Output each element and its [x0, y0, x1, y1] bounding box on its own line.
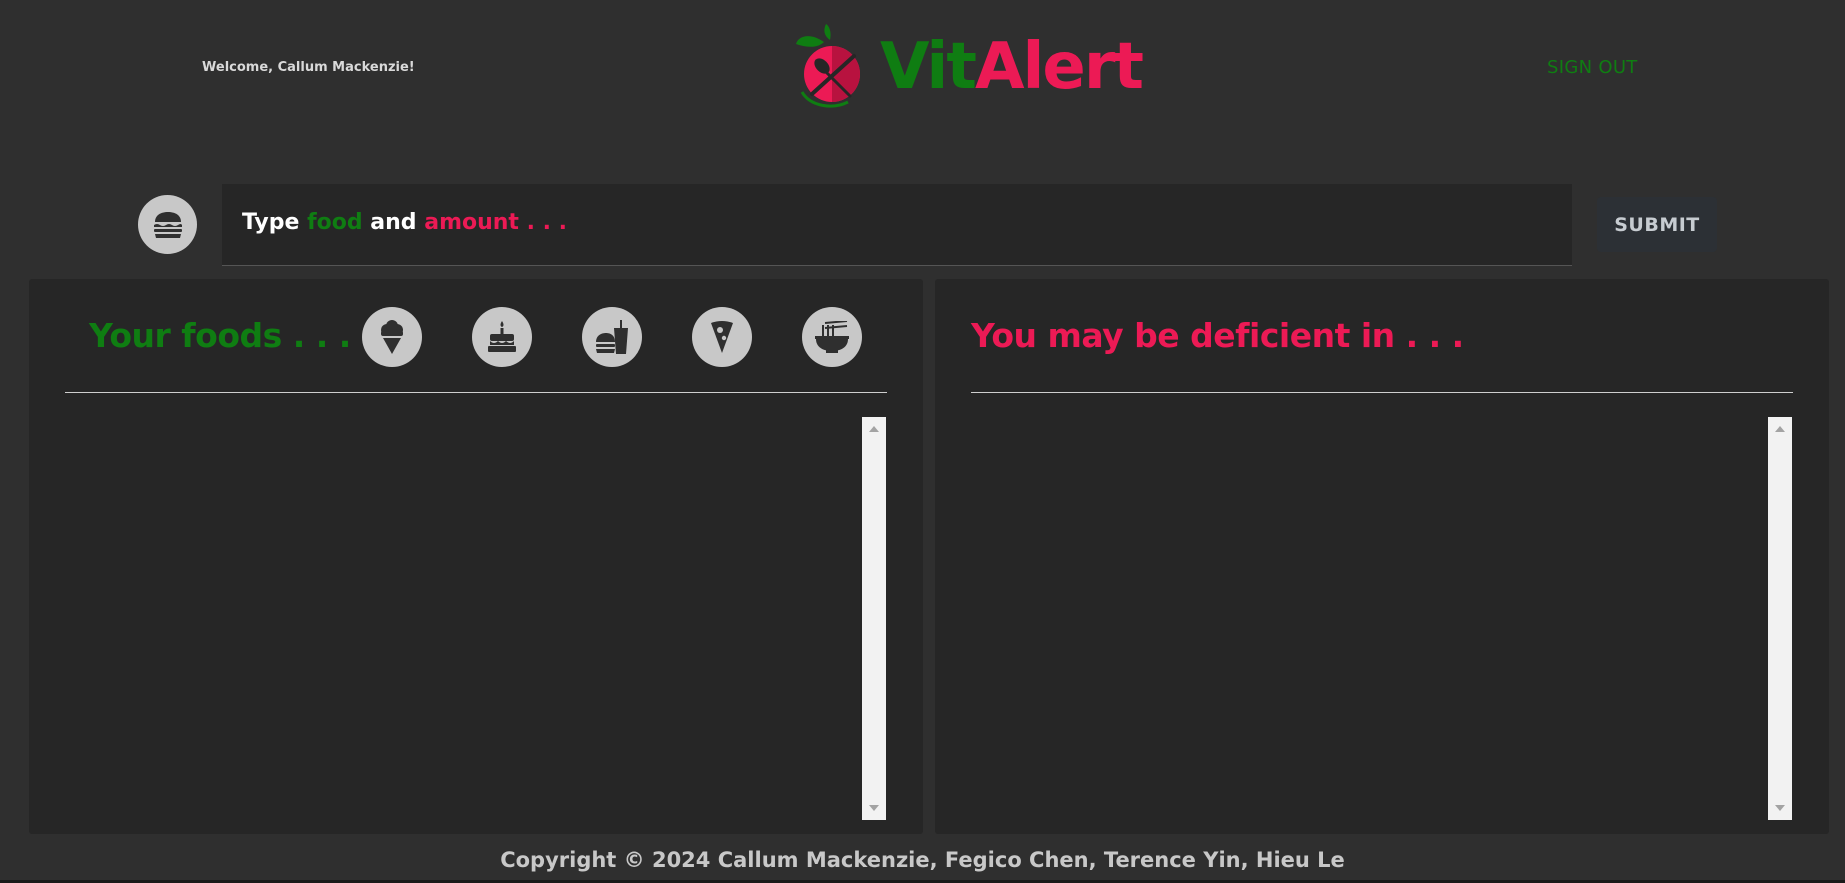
page: Welcome, Callum Mackenzie! VitAlert SIGN…: [0, 0, 1845, 883]
deficiency-panel: You may be deficient in . . .: [935, 279, 1829, 834]
cake-icon: [488, 321, 516, 352]
scroll-down-arrow-icon[interactable]: [1775, 805, 1785, 811]
ice-cream-icon: [381, 320, 403, 354]
foods-panel-title: Your foods . . .: [89, 316, 351, 355]
logo-wordmark: VitAlert: [880, 35, 1144, 99]
apple-logo-icon: [796, 24, 860, 108]
foods-panel: Your foods . . .: [29, 279, 923, 834]
foods-scrollbar[interactable]: [862, 417, 886, 820]
logo-alert-text: Alert: [974, 30, 1144, 104]
burger-icon: [153, 211, 182, 238]
submit-button[interactable]: SUBMIT: [1597, 197, 1717, 252]
pizza-icon: [711, 321, 733, 353]
scroll-up-arrow-icon[interactable]: [869, 426, 879, 432]
foods-list: [65, 417, 855, 820]
food-amount-input[interactable]: [222, 184, 1572, 265]
fast-food-category-button[interactable]: [582, 307, 642, 367]
burger-icon-button[interactable]: [138, 195, 197, 254]
noodles-category-button[interactable]: [802, 307, 862, 367]
vitalert-logo: VitAlert: [792, 22, 1144, 112]
burger-drink-icon: [596, 320, 628, 354]
deficiency-divider: [971, 392, 1793, 393]
deficiency-panel-title: You may be deficient in . . .: [971, 316, 1464, 355]
ice-cream-category-button[interactable]: [362, 307, 422, 367]
scroll-up-arrow-icon[interactable]: [1775, 426, 1785, 432]
cake-category-button[interactable]: [472, 307, 532, 367]
deficiency-list: [971, 417, 1761, 820]
food-input-container: Type food and amount . . .: [222, 184, 1572, 266]
logo-vit-text: Vit: [880, 30, 977, 104]
foods-divider: [65, 392, 887, 393]
deficiency-scrollbar[interactable]: [1768, 417, 1792, 820]
sign-out-button[interactable]: SIGN OUT: [1547, 57, 1638, 78]
noodle-bowl-icon: [815, 321, 849, 353]
pizza-category-button[interactable]: [692, 307, 752, 367]
copyright-footer: Copyright © 2024 Callum Mackenzie, Fegic…: [500, 848, 1345, 872]
welcome-message: Welcome, Callum Mackenzie!: [202, 60, 415, 75]
scroll-down-arrow-icon[interactable]: [869, 805, 879, 811]
